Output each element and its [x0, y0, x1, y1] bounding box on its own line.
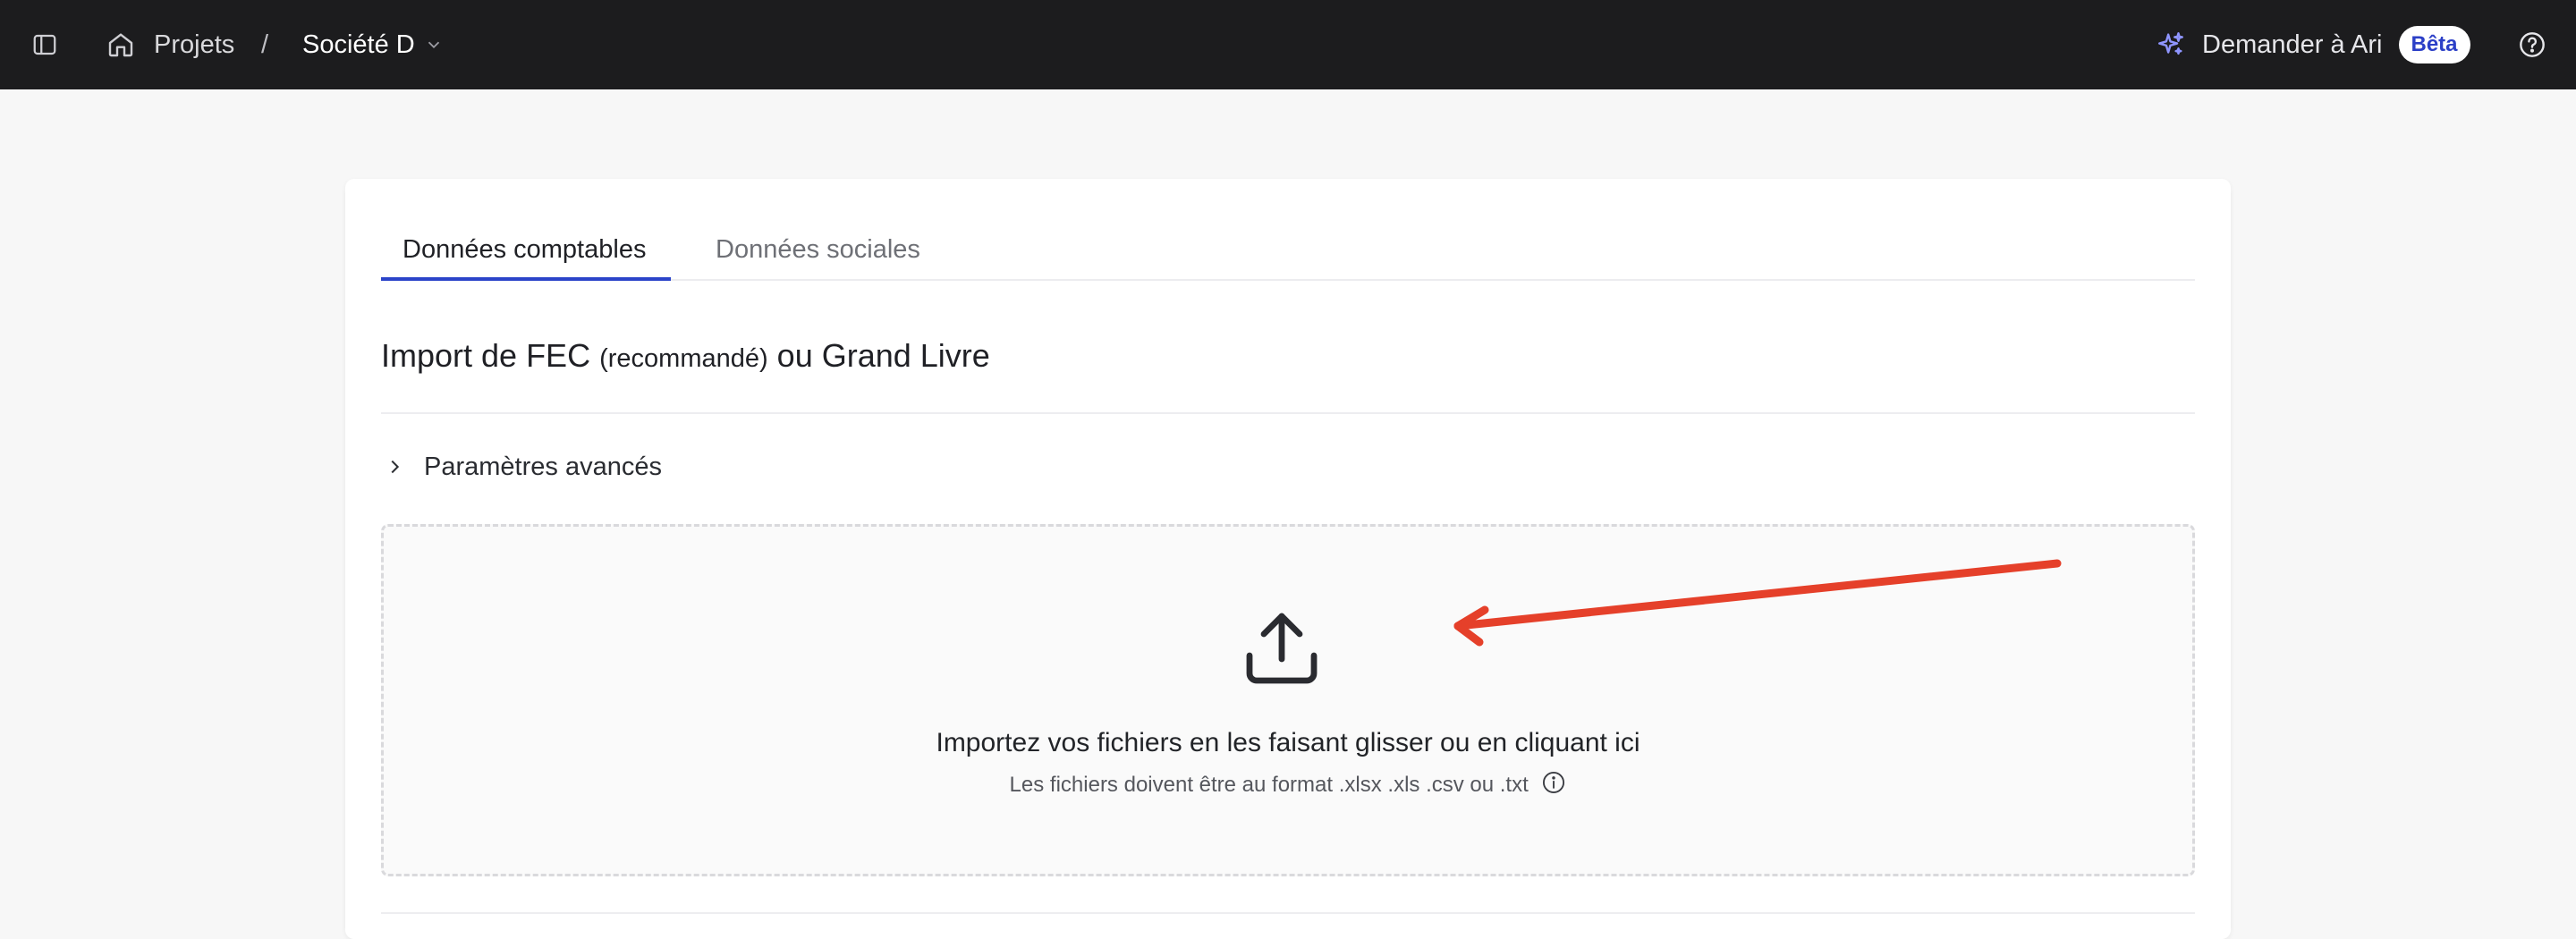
import-card: Données comptables Données sociales Impo…: [345, 179, 2231, 939]
breadcrumb-projects[interactable]: Projets: [154, 27, 234, 63]
divider: [381, 912, 2195, 914]
company-name: Société D: [302, 30, 415, 59]
ask-ari-button[interactable]: Demander à Ari Bêta: [2156, 26, 2470, 63]
sparkle-icon: [2158, 32, 2183, 55]
info-icon[interactable]: [1541, 770, 1566, 795]
tab-bar: Données comptables Données sociales: [381, 227, 2195, 281]
section-title-main: Import de FEC: [381, 337, 591, 374]
divider: [381, 412, 2195, 414]
section-title-alt: ou Grand Livre: [776, 337, 990, 374]
dropzone-format-hint: Les fichiers doivent être au format .xls…: [384, 770, 2192, 800]
beta-badge: Bêta: [2398, 26, 2470, 63]
upload-icon: [1246, 613, 1318, 684]
ask-ari-label: Demander à Ari: [2202, 30, 2383, 59]
advanced-settings-label: Paramètres avancés: [424, 452, 662, 481]
tab-accounting-data[interactable]: Données comptables: [381, 227, 671, 281]
breadcrumb-separator: /: [261, 30, 269, 59]
file-dropzone[interactable]: Importez vos fichiers en les faisant gli…: [381, 524, 2195, 876]
top-bar: Projets / Société D Demander à Ari Bêta: [0, 0, 2576, 89]
sidebar-toggle-icon[interactable]: [30, 30, 59, 59]
tab-social-data[interactable]: Données sociales: [694, 227, 942, 281]
section-title-recommended: (recommandé): [599, 344, 768, 373]
advanced-settings-toggle[interactable]: Paramètres avancés: [385, 449, 662, 485]
section-title: Import de FEC (recommandé) ou Grand Livr…: [381, 334, 990, 380]
dropzone-format-text: Les fichiers doivent être au format .xls…: [1009, 773, 1529, 797]
chevron-down-icon: [428, 41, 439, 49]
chevron-right-icon: [391, 460, 400, 474]
dropzone-instructions: Importez vos fichiers en les faisant gli…: [936, 728, 1640, 757]
help-circle-icon[interactable]: [2517, 30, 2547, 60]
company-selector[interactable]: Société D: [302, 27, 444, 63]
home-icon[interactable]: [106, 30, 136, 60]
